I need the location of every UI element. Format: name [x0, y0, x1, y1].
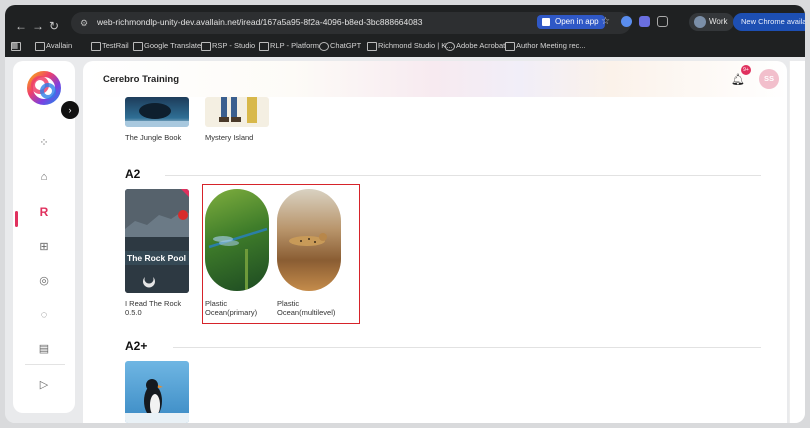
chat-icon[interactable]: ◌	[34, 305, 54, 325]
sidebar-divider	[25, 364, 65, 365]
expand-icon[interactable]: ▷	[34, 375, 54, 395]
page-title: Cerebro Training	[103, 74, 180, 85]
extension-icon[interactable]	[639, 16, 650, 27]
extension-icon[interactable]	[621, 16, 632, 27]
bookmark-item[interactable]: ChatGPT	[319, 41, 361, 51]
bookmark-item[interactable]: Author Meeting rec...	[505, 41, 586, 51]
cover-illustration	[208, 227, 268, 291]
browser-toolbar: ← → ↻ ⚙ web-richmondlp-unity-dev.avallai…	[5, 5, 805, 57]
new-chrome-button[interactable]: New Chrome available	[733, 13, 805, 31]
cover-illustration	[219, 97, 257, 123]
collapse-sidebar-button[interactable]: ›	[61, 101, 79, 119]
url-text[interactable]: web-richmondlp-unity-dev.avallain.net/ir…	[97, 17, 422, 27]
cover-illustration	[289, 233, 327, 246]
forward-icon[interactable]: →	[32, 19, 44, 33]
book-cover-rock-pool[interactable]: The Rock Pool	[125, 189, 189, 293]
section-divider	[173, 347, 761, 348]
book-title: Plastic Ocean(primary)	[205, 299, 258, 317]
reports-icon[interactable]: ▤	[34, 339, 54, 359]
library-content: The Jungle Book Mystery Island A2 The Ro…	[83, 97, 787, 423]
right-panel	[789, 61, 805, 423]
book-cover-jungle-book[interactable]	[125, 97, 189, 127]
bookmark-item[interactable]: Google Translate	[133, 41, 201, 51]
book-cover-penguin[interactable]	[125, 361, 189, 423]
cover-illustration	[125, 103, 189, 127]
notification-badge: 9+	[741, 65, 751, 75]
browser-window: ← → ↻ ⚙ web-richmondlp-unity-dev.avallai…	[5, 5, 805, 423]
app-logo[interactable]	[25, 69, 63, 107]
open-in-app-button[interactable]: Open in app	[537, 15, 605, 29]
bookmark-star-icon[interactable]: ☆	[601, 16, 610, 27]
bookmark-item[interactable]: RSP - Studio	[201, 41, 255, 51]
reload-icon[interactable]: ↻	[49, 19, 59, 33]
bookmarks-bar: ▦ Avallain TestRail Google Translate RSP…	[5, 38, 805, 56]
book-cover-mystery-island[interactable]	[205, 97, 269, 127]
bookmark-item[interactable]: RLP - Platform	[259, 41, 319, 51]
section-heading-a2plus: A2+	[125, 339, 148, 353]
bookmark-item[interactable]: Richmond Studio | K...	[367, 41, 452, 51]
section-divider	[165, 175, 761, 176]
bookmark-item[interactable]: Adobe Acrobat	[445, 41, 505, 51]
cover-title: The Rock Pool	[127, 253, 187, 263]
section-heading-a2: A2	[125, 167, 141, 181]
book-cover-plastic-ocean-multilevel[interactable]	[277, 189, 341, 291]
reader-icon[interactable]: R	[34, 202, 54, 222]
site-info-icon[interactable]: ⚙	[80, 18, 90, 28]
extensions-puzzle-icon[interactable]	[657, 16, 668, 27]
assignments-icon[interactable]: ⊞	[34, 237, 54, 257]
active-indicator	[15, 211, 18, 227]
cover-illustration	[125, 189, 189, 293]
book-cover-plastic-ocean-primary[interactable]	[205, 189, 269, 291]
avatar[interactable]: SS	[759, 69, 779, 89]
book-title: I Read The Rock 0.5.0	[125, 299, 182, 317]
bell-icon[interactable]: 🔔︎	[731, 73, 745, 87]
home-icon[interactable]: ⌂	[34, 167, 54, 187]
bookmark-item[interactable]: Avallain	[35, 41, 72, 51]
book-title: The Jungle Book	[125, 133, 182, 142]
apps-grid-icon[interactable]: ▦	[11, 41, 22, 51]
profile-button[interactable]: Work	[689, 13, 734, 31]
app-area: ⁘ ⌂ R ⊞ ◎ ◌ ▤ ▷ › Cerebro Training 🔔︎ 9+…	[5, 57, 805, 423]
cover-illustration	[125, 379, 189, 423]
book-title: Mystery Island	[205, 133, 254, 142]
back-icon[interactable]: ←	[15, 19, 27, 33]
dashboard-icon[interactable]: ⁘	[34, 133, 54, 153]
library-icon[interactable]: ◎	[34, 271, 54, 291]
top-header: Cerebro Training 🔔︎ 9+ SS	[83, 61, 787, 97]
book-title: Plastic Ocean(multilevel)	[277, 299, 336, 317]
bookmark-item[interactable]: TestRail	[91, 41, 129, 51]
